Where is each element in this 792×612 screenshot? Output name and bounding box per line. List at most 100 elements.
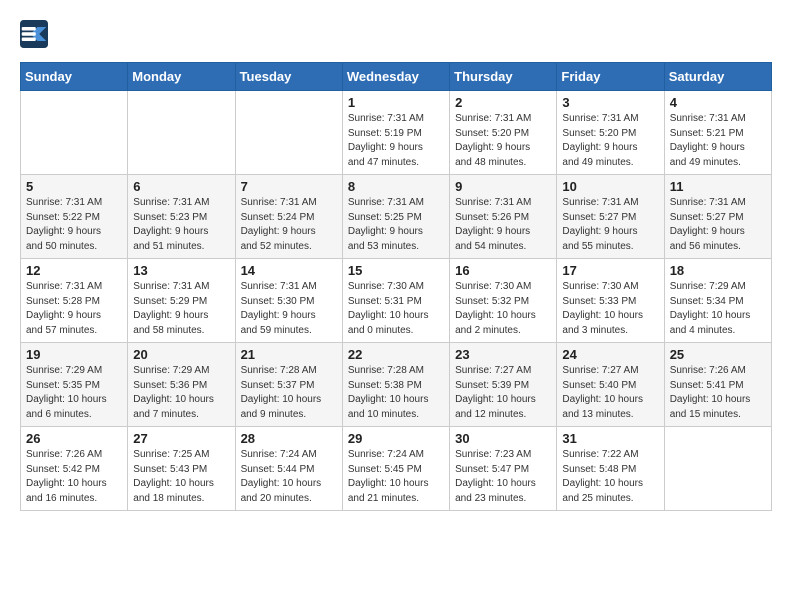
- day-info: Sunrise: 7:31 AM Sunset: 5:19 PM Dayligh…: [348, 112, 444, 170]
- day-info: Sunrise: 7:30 AM Sunset: 5:32 PM Dayligh…: [455, 280, 551, 338]
- calendar-cell: 14 Sunrise: 7:31 AM Sunset: 5:30 PM Dayli…: [235, 259, 342, 343]
- weekday-header: Sunday: [21, 63, 128, 91]
- day-info: Sunrise: 7:23 AM Sunset: 5:47 PM Dayligh…: [455, 448, 551, 506]
- day-number: 17: [562, 263, 658, 278]
- day-info: Sunrise: 7:31 AM Sunset: 5:29 PM Dayligh…: [133, 280, 229, 338]
- calendar-week: 12 Sunrise: 7:31 AM Sunset: 5:28 PM Dayli…: [21, 259, 772, 343]
- calendar-cell: 15 Sunrise: 7:30 AM Sunset: 5:31 PM Dayli…: [342, 259, 449, 343]
- calendar-cell: 5Sunrise: 7:31 AM Sunset: 5:22 PM Daylig…: [21, 175, 128, 259]
- day-number: 1: [348, 95, 444, 110]
- day-number: 21: [241, 347, 337, 362]
- calendar-cell: 29 Sunrise: 7:24 AM Sunset: 5:45 PM Dayli…: [342, 427, 449, 511]
- day-number: 4: [670, 95, 766, 110]
- calendar-cell: 6 Sunrise: 7:31 AM Sunset: 5:23 PM Daylig…: [128, 175, 235, 259]
- day-number: 23: [455, 347, 551, 362]
- day-number: 28: [241, 431, 337, 446]
- calendar-cell: 3 Sunrise: 7:31 AM Sunset: 5:20 PM Daylig…: [557, 91, 664, 175]
- calendar-body: 1 Sunrise: 7:31 AM Sunset: 5:19 PM Daylig…: [21, 91, 772, 511]
- day-info: Sunrise: 7:31 AM Sunset: 5:30 PM Dayligh…: [241, 280, 337, 338]
- day-info: Sunrise: 7:28 AM Sunset: 5:37 PM Dayligh…: [241, 364, 337, 422]
- day-number: 18: [670, 263, 766, 278]
- day-number: 22: [348, 347, 444, 362]
- day-number: 27: [133, 431, 229, 446]
- day-number: 31: [562, 431, 658, 446]
- calendar-cell: 31 Sunrise: 7:22 AM Sunset: 5:48 PM Dayli…: [557, 427, 664, 511]
- day-info: Sunrise: 7:22 AM Sunset: 5:48 PM Dayligh…: [562, 448, 658, 506]
- day-info: Sunrise: 7:28 AM Sunset: 5:38 PM Dayligh…: [348, 364, 444, 422]
- day-info: Sunrise: 7:24 AM Sunset: 5:45 PM Dayligh…: [348, 448, 444, 506]
- weekday-row: SundayMondayTuesdayWednesdayThursdayFrid…: [21, 63, 772, 91]
- weekday-header: Wednesday: [342, 63, 449, 91]
- calendar-cell: 8 Sunrise: 7:31 AM Sunset: 5:25 PM Daylig…: [342, 175, 449, 259]
- day-info: Sunrise: 7:31 AM Sunset: 5:20 PM Dayligh…: [455, 112, 551, 170]
- calendar-cell: 26 Sunrise: 7:26 AM Sunset: 5:42 PM Dayli…: [21, 427, 128, 511]
- day-number: 29: [348, 431, 444, 446]
- calendar-cell: 13 Sunrise: 7:31 AM Sunset: 5:29 PM Dayli…: [128, 259, 235, 343]
- calendar-cell: 23 Sunrise: 7:27 AM Sunset: 5:39 PM Dayli…: [450, 343, 557, 427]
- weekday-header: Thursday: [450, 63, 557, 91]
- calendar-cell: 16 Sunrise: 7:30 AM Sunset: 5:32 PM Dayli…: [450, 259, 557, 343]
- calendar-cell: 28 Sunrise: 7:24 AM Sunset: 5:44 PM Dayli…: [235, 427, 342, 511]
- calendar-cell: 25 Sunrise: 7:26 AM Sunset: 5:41 PM Dayli…: [664, 343, 771, 427]
- calendar-cell: 19Sunrise: 7:29 AM Sunset: 5:35 PM Dayli…: [21, 343, 128, 427]
- day-number: 8: [348, 179, 444, 194]
- weekday-header: Tuesday: [235, 63, 342, 91]
- day-number: 10: [562, 179, 658, 194]
- day-number: 24: [562, 347, 658, 362]
- day-info: Sunrise: 7:26 AM Sunset: 5:42 PM Dayligh…: [26, 448, 122, 506]
- logo: [20, 20, 52, 48]
- day-info: Sunrise: 7:27 AM Sunset: 5:40 PM Dayligh…: [562, 364, 658, 422]
- day-number: 25: [670, 347, 766, 362]
- day-info: Sunrise: 7:29 AM Sunset: 5:36 PM Dayligh…: [133, 364, 229, 422]
- day-number: 26: [26, 431, 122, 446]
- calendar-cell: 24 Sunrise: 7:27 AM Sunset: 5:40 PM Dayli…: [557, 343, 664, 427]
- day-number: 5: [26, 179, 122, 194]
- calendar-cell: [235, 91, 342, 175]
- day-info: Sunrise: 7:27 AM Sunset: 5:39 PM Dayligh…: [455, 364, 551, 422]
- calendar-week: 5Sunrise: 7:31 AM Sunset: 5:22 PM Daylig…: [21, 175, 772, 259]
- header: [20, 20, 772, 48]
- calendar-cell: 7Sunrise: 7:31 AM Sunset: 5:24 PM Daylig…: [235, 175, 342, 259]
- day-number: 15: [348, 263, 444, 278]
- day-info: Sunrise: 7:31 AM Sunset: 5:25 PM Dayligh…: [348, 196, 444, 254]
- day-info: Sunrise: 7:31 AM Sunset: 5:27 PM Dayligh…: [562, 196, 658, 254]
- calendar-week: 1 Sunrise: 7:31 AM Sunset: 5:19 PM Daylig…: [21, 91, 772, 175]
- calendar-cell: 27Sunrise: 7:25 AM Sunset: 5:43 PM Dayli…: [128, 427, 235, 511]
- day-number: 3: [562, 95, 658, 110]
- calendar-header: SundayMondayTuesdayWednesdayThursdayFrid…: [21, 63, 772, 91]
- day-number: 9: [455, 179, 551, 194]
- calendar-cell: 18 Sunrise: 7:29 AM Sunset: 5:34 PM Dayli…: [664, 259, 771, 343]
- calendar-cell: [128, 91, 235, 175]
- day-number: 11: [670, 179, 766, 194]
- day-info: Sunrise: 7:31 AM Sunset: 5:21 PM Dayligh…: [670, 112, 766, 170]
- day-number: 20: [133, 347, 229, 362]
- day-info: Sunrise: 7:31 AM Sunset: 5:28 PM Dayligh…: [26, 280, 122, 338]
- logo-icon: [20, 20, 48, 48]
- calendar-cell: 11Sunrise: 7:31 AM Sunset: 5:27 PM Dayli…: [664, 175, 771, 259]
- day-number: 16: [455, 263, 551, 278]
- day-info: Sunrise: 7:31 AM Sunset: 5:20 PM Dayligh…: [562, 112, 658, 170]
- calendar-cell: 22 Sunrise: 7:28 AM Sunset: 5:38 PM Dayli…: [342, 343, 449, 427]
- weekday-header: Monday: [128, 63, 235, 91]
- day-info: Sunrise: 7:31 AM Sunset: 5:26 PM Dayligh…: [455, 196, 551, 254]
- calendar-cell: 21 Sunrise: 7:28 AM Sunset: 5:37 PM Dayli…: [235, 343, 342, 427]
- day-number: 12: [26, 263, 122, 278]
- day-info: Sunrise: 7:29 AM Sunset: 5:34 PM Dayligh…: [670, 280, 766, 338]
- day-number: 19: [26, 347, 122, 362]
- day-info: Sunrise: 7:30 AM Sunset: 5:33 PM Dayligh…: [562, 280, 658, 338]
- day-number: 30: [455, 431, 551, 446]
- day-info: Sunrise: 7:24 AM Sunset: 5:44 PM Dayligh…: [241, 448, 337, 506]
- day-number: 14: [241, 263, 337, 278]
- calendar-cell: 17 Sunrise: 7:30 AM Sunset: 5:33 PM Dayli…: [557, 259, 664, 343]
- calendar-cell: 2Sunrise: 7:31 AM Sunset: 5:20 PM Daylig…: [450, 91, 557, 175]
- calendar-cell: 10 Sunrise: 7:31 AM Sunset: 5:27 PM Dayli…: [557, 175, 664, 259]
- calendar-cell: [21, 91, 128, 175]
- calendar-cell: 9 Sunrise: 7:31 AM Sunset: 5:26 PM Daylig…: [450, 175, 557, 259]
- calendar-cell: [664, 427, 771, 511]
- day-info: Sunrise: 7:30 AM Sunset: 5:31 PM Dayligh…: [348, 280, 444, 338]
- day-number: 13: [133, 263, 229, 278]
- calendar-cell: 30 Sunrise: 7:23 AM Sunset: 5:47 PM Dayli…: [450, 427, 557, 511]
- day-info: Sunrise: 7:31 AM Sunset: 5:23 PM Dayligh…: [133, 196, 229, 254]
- day-info: Sunrise: 7:26 AM Sunset: 5:41 PM Dayligh…: [670, 364, 766, 422]
- day-number: 6: [133, 179, 229, 194]
